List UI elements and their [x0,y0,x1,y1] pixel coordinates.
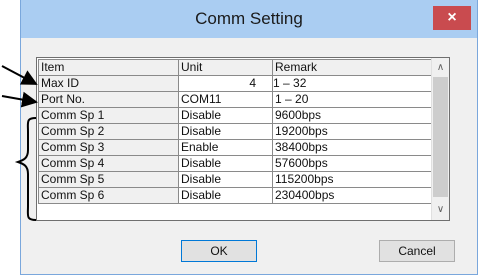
comm-setting-dialog: Comm Setting × Item Unit Remark Max ID 4… [20,0,478,275]
close-button[interactable]: × [433,6,471,30]
row-remark-cell: 38400bps [272,139,441,156]
column-header-unit: Unit [178,59,273,76]
row-remark-cell: 9600bps [272,107,441,124]
table-row[interactable]: Comm Sp 5 Disable 115200bps [38,171,441,188]
row-remark-cell: 115200bps [272,171,441,188]
row-unit-cell[interactable]: 4 [178,75,273,92]
dialog-title: Comm Setting [195,9,303,28]
row-remark-cell: 1 – 32 [272,75,441,92]
title-bar[interactable]: Comm Setting × [21,0,477,38]
table-row[interactable]: Comm Sp 6 Disable 230400bps [38,187,441,204]
row-unit-cell[interactable]: Disable [178,187,273,204]
vertical-scrollbar[interactable]: ∧ ∨ [431,58,449,220]
column-header-remark: Remark [272,59,441,76]
table-row[interactable]: Comm Sp 1 Disable 9600bps [38,107,441,124]
row-unit-cell[interactable]: Disable [178,171,273,188]
table-row[interactable]: Comm Sp 2 Disable 19200bps [38,123,441,140]
row-item-cell: Max ID [38,75,179,92]
row-unit-cell[interactable]: Disable [178,107,273,124]
row-item-cell: Comm Sp 3 [38,139,179,156]
cancel-button[interactable]: Cancel [379,240,455,262]
ok-button[interactable]: OK [181,240,257,262]
row-item-cell: Comm Sp 1 [38,107,179,124]
row-remark-cell: 1 – 20 [272,91,441,108]
row-remark-cell: 57600bps [272,155,441,172]
row-remark-cell: 19200bps [272,123,441,140]
row-remark-cell: 230400bps [272,187,441,204]
row-item-cell: Port No. [38,91,179,108]
row-item-cell: Comm Sp 5 [38,171,179,188]
chevron-down-icon[interactable]: ∨ [432,202,449,218]
row-unit-cell[interactable]: Disable [178,155,273,172]
settings-table: Item Unit Remark Max ID 4 1 – 32 Port No… [38,59,441,204]
row-item-cell: Comm Sp 4 [38,155,179,172]
table-row[interactable]: Comm Sp 3 Enable 38400bps [38,139,441,156]
close-icon: × [447,9,457,26]
max-id-value[interactable]: 4 [181,76,260,91]
column-header-item: Item [38,59,179,76]
table-row[interactable]: Comm Sp 4 Disable 57600bps [38,155,441,172]
row-item-cell: Comm Sp 6 [38,187,179,204]
chevron-up-icon[interactable]: ∧ [432,60,449,76]
row-unit-cell[interactable]: COM11 [178,91,273,108]
settings-grid: Item Unit Remark Max ID 4 1 – 32 Port No… [36,57,450,221]
row-unit-cell[interactable]: Enable [178,139,273,156]
table-row[interactable]: Port No. COM11 1 – 20 [38,91,441,108]
scroll-thumb[interactable] [433,77,448,197]
row-item-cell: Comm Sp 2 [38,123,179,140]
table-header-row: Item Unit Remark [38,59,441,76]
row-unit-cell[interactable]: Disable [178,123,273,140]
table-row[interactable]: Max ID 4 1 – 32 [38,75,441,92]
